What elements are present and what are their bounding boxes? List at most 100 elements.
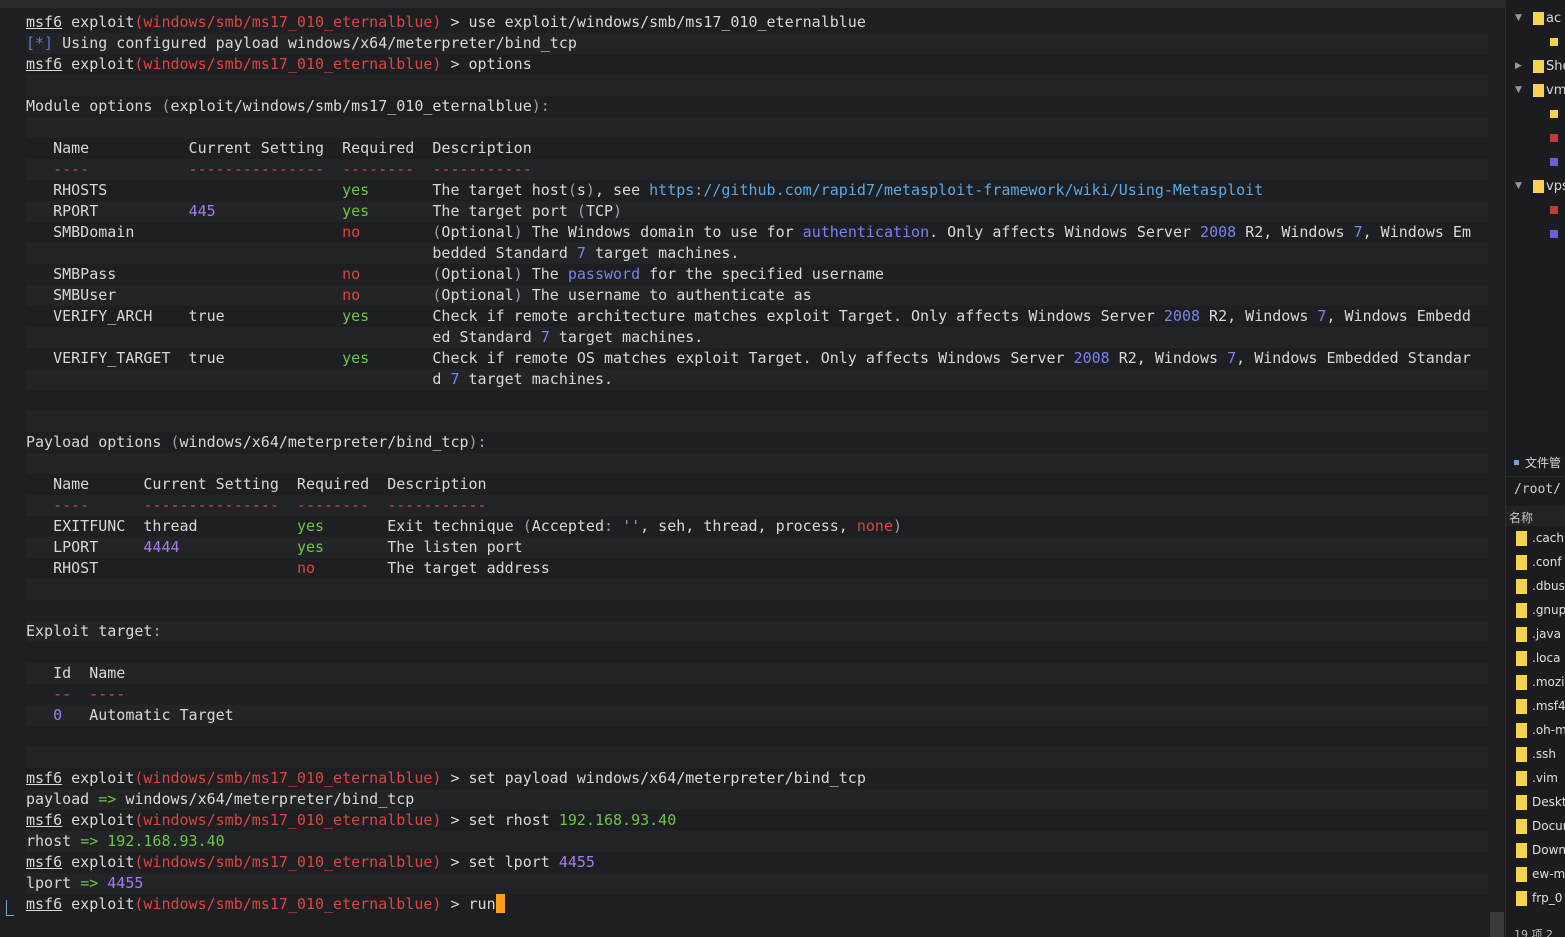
output-line: lport => 4455 [26, 873, 1488, 894]
terminal-scrollbar[interactable] [1490, 912, 1504, 937]
tree-session[interactable] [1506, 153, 1565, 173]
option-row: EXITFUNC thread yes Exit technique (Acce… [26, 517, 903, 535]
folder-icon [1516, 795, 1527, 810]
tree-folder-label: vm [1546, 83, 1565, 98]
option-row: RPORT 445 yes The target port (TCP) [26, 201, 1488, 222]
command-line: msf6 exploit(windows/smb/ms17_010_eterna… [26, 811, 677, 829]
tree-folder-label: ac [1546, 11, 1562, 26]
active-command-line: msf6 exploit(windows/smb/ms17_010_eterna… [26, 894, 1488, 915]
terminal-gutter [0, 8, 14, 937]
folder-icon [1516, 891, 1527, 906]
chevron-down-icon[interactable]: ▼ [1515, 85, 1522, 95]
session-icon [1550, 110, 1558, 118]
file-name: ew-ma [1532, 867, 1565, 881]
folder-icon [1516, 675, 1527, 690]
folder-icon [1516, 699, 1527, 714]
file-row[interactable]: .oh-m [1506, 719, 1565, 743]
file-row[interactable]: .ssh [1506, 743, 1565, 767]
folder-icon [1533, 84, 1544, 97]
file-manager-path[interactable]: /root/ [1514, 482, 1561, 497]
file-list-header[interactable]: 名称 [1506, 506, 1565, 526]
chevron-down-icon[interactable]: ▼ [1515, 181, 1522, 191]
command-line: msf6 exploit(windows/smb/ms17_010_eterna… [26, 769, 866, 787]
file-name: frp_0 [1532, 891, 1563, 905]
folder-icon [1533, 12, 1544, 25]
session-icon [1550, 38, 1558, 46]
option-row: SMBPass no (Optional) The password for t… [26, 265, 884, 283]
prompt-marker [6, 900, 14, 916]
file-name: .oh-m [1532, 723, 1565, 737]
session-icon [1550, 158, 1558, 166]
file-row[interactable]: ew-ma [1506, 863, 1565, 887]
file-name: Deskt [1532, 795, 1565, 809]
right-sidebar: ▼ ac ▶ She ▼ vm ▼ vps 文件管 /root/ 名称 .cach .conf.… [1505, 0, 1565, 937]
tree-session[interactable] [1506, 225, 1565, 245]
section-heading: Payload options (windows/x64/meterpreter… [26, 433, 487, 451]
file-name: .msf4 [1532, 699, 1565, 713]
file-row[interactable]: .msf4 [1506, 695, 1565, 719]
folder-icon [1516, 843, 1527, 858]
tree-folder[interactable]: ▶ She [1506, 57, 1565, 77]
table-header: Name Current Setting Required Descriptio… [26, 139, 532, 157]
file-row[interactable]: .loca [1506, 647, 1565, 671]
file-name: .ssh [1532, 747, 1556, 761]
option-row: RHOST no The target address [26, 559, 550, 577]
option-row-continuation: ed Standard 7 target machines. [26, 327, 1488, 348]
table-header: Name Current Setting Required Descriptio… [26, 475, 487, 493]
file-row[interactable]: .cach [1506, 527, 1565, 551]
tree-folder[interactable]: ▼ vps [1506, 177, 1565, 197]
option-row: VERIFY_TARGET true yes Check if remote O… [26, 349, 1471, 367]
file-name: Docum [1532, 819, 1565, 833]
file-name: .dbus [1532, 579, 1565, 593]
file-name: .cach [1532, 531, 1564, 545]
file-row[interactable]: .mozi [1506, 671, 1565, 695]
tree-session[interactable] [1506, 201, 1565, 221]
option-row: SMBUser no (Optional) The username to au… [26, 285, 1488, 306]
command-line: msf6 exploit(windows/smb/ms17_010_eterna… [26, 55, 532, 73]
terminal-line [26, 747, 1488, 768]
chevron-right-icon[interactable]: ▶ [1515, 61, 1522, 71]
tree-folder[interactable]: ▼ vm [1506, 81, 1565, 101]
table-rule: ---- --------------- -------- ----------… [26, 159, 1488, 180]
file-name: Downl [1532, 843, 1565, 857]
table-rule: -- ---- [53, 685, 126, 703]
target-row: 0 Automatic Target [26, 705, 1488, 726]
file-row[interactable]: frp_0 [1506, 887, 1565, 911]
file-row[interactable]: Deskt [1506, 791, 1565, 815]
chevron-down-icon[interactable]: ▼ [1515, 13, 1522, 23]
folder-icon [1516, 603, 1527, 618]
folder-icon [1516, 819, 1527, 834]
option-row: LPORT 4444 yes The listen port [26, 537, 1488, 558]
file-row[interactable]: .conf [1506, 551, 1565, 575]
terminal-line [26, 117, 1488, 138]
folder-icon [1516, 723, 1527, 738]
file-row[interactable]: Downl [1506, 839, 1565, 863]
terminal-line [26, 411, 1488, 432]
command-line: msf6 exploit(windows/smb/ms17_010_eterna… [26, 13, 866, 31]
file-row[interactable]: Docum [1506, 815, 1565, 839]
terminal-line [26, 453, 1488, 474]
option-row: SMBDomain no (Optional) The Windows doma… [26, 223, 1471, 241]
tree-session[interactable] [1506, 105, 1565, 125]
section-heading: Module options (exploit/windows/smb/ms17… [26, 97, 550, 115]
tree-folder[interactable]: ▼ ac [1506, 9, 1565, 29]
tree-folder-label: She [1546, 59, 1565, 74]
file-row[interactable]: .gnup [1506, 599, 1565, 623]
command-line: msf6 exploit(windows/smb/ms17_010_eterna… [26, 853, 595, 871]
folder-icon [1516, 555, 1527, 570]
terminal-line [26, 75, 1488, 96]
column-name-header[interactable]: 名称 [1509, 509, 1533, 526]
file-row[interactable]: .vim [1506, 767, 1565, 791]
terminal-panel[interactable]: msf6 exploit(windows/smb/ms17_010_eterna… [0, 0, 1505, 937]
file-manager-title: 文件管 [1514, 454, 1561, 471]
terminal-tab-strip [0, 0, 1505, 8]
file-row[interactable]: .dbus [1506, 575, 1565, 599]
file-name: .gnup [1532, 603, 1565, 617]
file-row[interactable]: .java [1506, 623, 1565, 647]
option-row: RHOSTS yes The target host(s), see https… [26, 181, 1264, 199]
table-rule: ---- --------------- -------- ----------… [26, 495, 1488, 516]
tree-session[interactable] [1506, 129, 1565, 149]
info-line: [*] Using configured payload windows/x64… [26, 33, 1488, 54]
tree-session[interactable] [1506, 33, 1565, 53]
session-icon [1550, 230, 1558, 238]
